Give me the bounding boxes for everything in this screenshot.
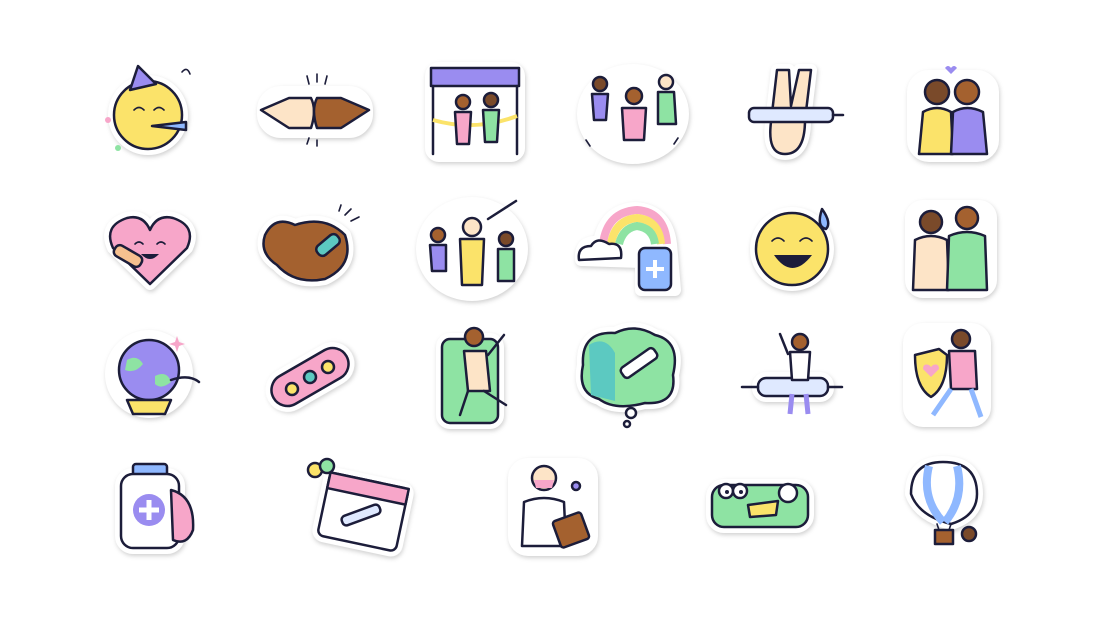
bandage-creature-sticker[interactable] <box>706 475 814 535</box>
calendar-balloons-sticker[interactable] <box>305 457 414 557</box>
fist-bump-sticker[interactable] <box>255 70 375 150</box>
relieved-sweat-face-sticker[interactable] <box>750 205 837 291</box>
hugging-couple-sticker[interactable] <box>905 62 1000 162</box>
sticker-sheet <box>0 0 1100 619</box>
party-face-sticker[interactable] <box>100 60 210 160</box>
celebrating-crowd-sticker[interactable] <box>416 195 528 301</box>
friends-embrace-sticker[interactable] <box>905 200 997 298</box>
finish-line-sticker[interactable] <box>425 62 525 162</box>
rainbow-cloud-vaccine-sticker[interactable] <box>574 200 685 296</box>
flexed-arm-bandage-sticker[interactable] <box>255 204 365 290</box>
doctor-clipboard-sticker[interactable] <box>508 458 598 556</box>
happy-heart-bandage-sticker[interactable] <box>104 210 196 290</box>
peace-sign-syringe-sticker[interactable] <box>745 62 845 160</box>
globe-in-hand-sticker[interactable] <box>105 330 205 422</box>
phone-high-five-sticker[interactable] <box>436 325 513 429</box>
hot-air-balloon-sticker[interactable] <box>905 456 995 553</box>
vaccine-vial-hug-sticker[interactable] <box>115 460 200 554</box>
thought-bubble-vaccine-sticker[interactable] <box>575 322 685 430</box>
heart-shield-sticker[interactable] <box>903 323 991 427</box>
riding-syringe-sticker[interactable] <box>740 330 845 422</box>
dancing-people-sticker[interactable] <box>577 62 689 164</box>
smiley-bandage-sticker[interactable] <box>260 335 360 419</box>
